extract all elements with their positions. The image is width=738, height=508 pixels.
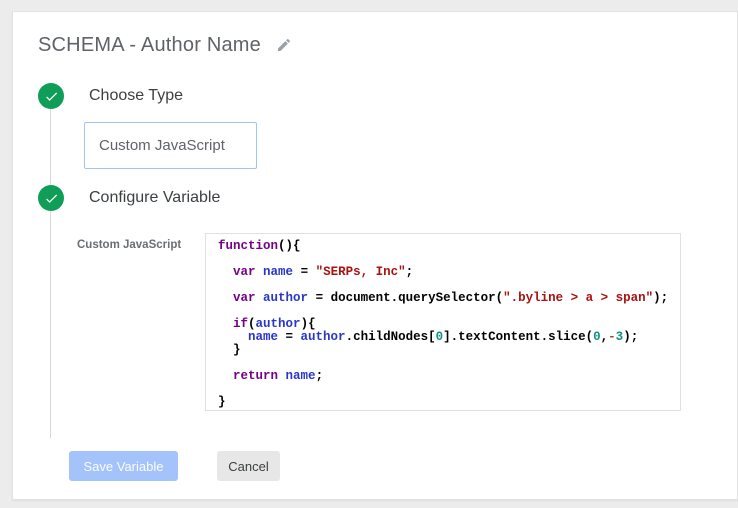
variable-editor-card: SCHEMA - Author Name Choose Type Custom … (12, 11, 738, 500)
page-title: SCHEMA - Author Name (38, 34, 261, 56)
step-label-configure-variable: Configure Variable (89, 189, 221, 206)
pencil-icon[interactable] (276, 37, 292, 53)
save-variable-button[interactable]: Save Variable (69, 451, 178, 481)
selected-type-box[interactable]: Custom JavaScript (84, 122, 257, 169)
title-row: SCHEMA - Author Name (38, 32, 292, 58)
code-editor-field-label: Custom JavaScript (77, 239, 182, 251)
step-label-choose-type: Choose Type (89, 87, 183, 104)
check-icon (38, 185, 64, 211)
footer-actions: Save Variable Cancel (69, 451, 280, 481)
code-editor-content: function(){ var name = "SERPs, Inc"; var… (218, 239, 669, 409)
check-icon (38, 83, 64, 109)
stepper-connector-line (50, 109, 51, 438)
code-editor[interactable]: function(){ var name = "SERPs, Inc"; var… (205, 233, 681, 411)
selected-type-label: Custom JavaScript (99, 137, 225, 154)
cancel-button[interactable]: Cancel (217, 451, 280, 481)
